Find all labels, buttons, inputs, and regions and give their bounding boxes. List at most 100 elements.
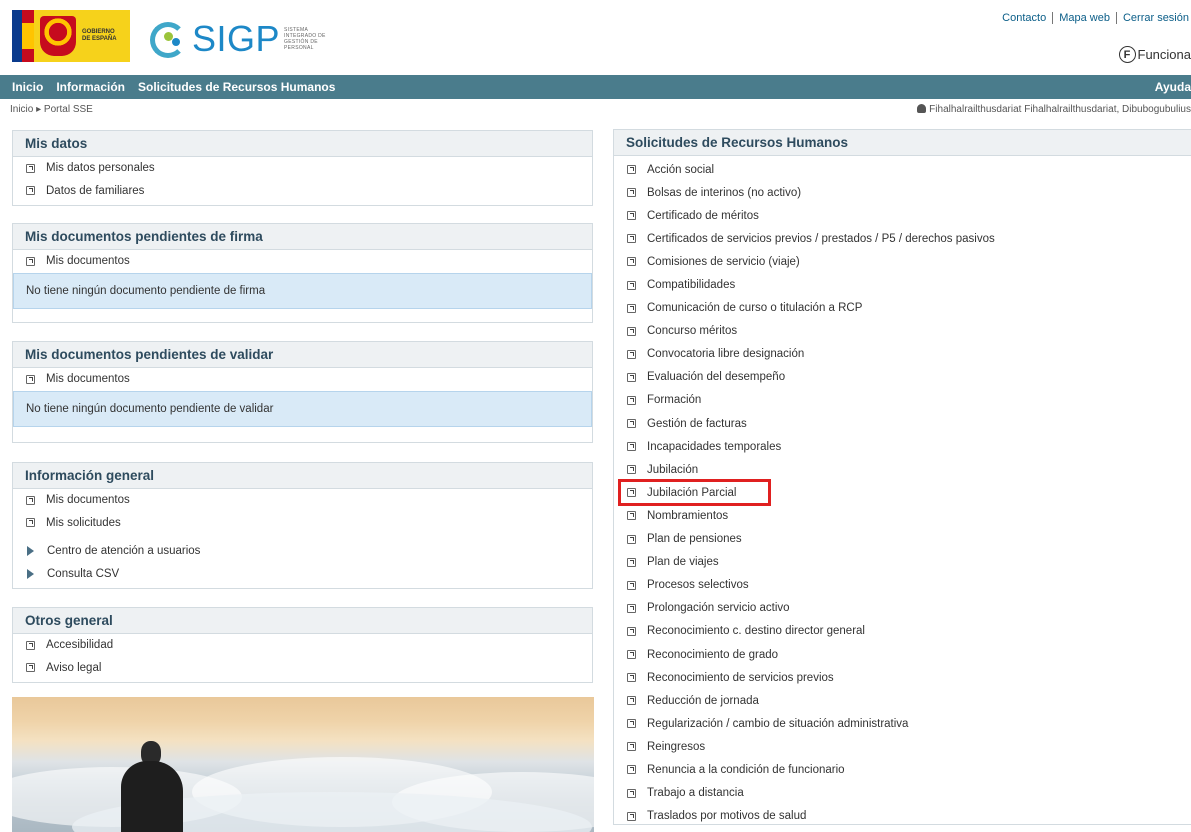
link-label: Certificado de méritos	[647, 209, 759, 222]
link-label: Certificados de servicios previos / pres…	[647, 232, 995, 245]
mis-datos-personales-link[interactable]: Mis datos personales	[13, 157, 592, 180]
solicitud-link[interactable]: Compatibilidades	[614, 273, 1191, 296]
solicitud-link[interactable]: Comisiones de servicio (viaje)	[614, 250, 1191, 273]
sigp-logo[interactable]: SIGP SISTEMA INTEGRADO DE GESTIÓN DE PER…	[148, 18, 326, 60]
consulta-csv-link[interactable]: Consulta CSV	[13, 563, 592, 586]
link-label: Regularización / cambio de situación adm…	[647, 717, 909, 730]
link-label: Concurso méritos	[647, 325, 738, 338]
mis-documentos-link[interactable]: Mis documentos	[13, 489, 592, 512]
solicitud-link[interactable]: Concurso méritos	[614, 320, 1191, 343]
solicitud-link[interactable]: Formación	[614, 389, 1191, 412]
solicitud-link[interactable]: Jubilación	[614, 458, 1191, 481]
solicitud-link[interactable]: Certificados de servicios previos / pres…	[614, 227, 1191, 250]
external-link-icon	[627, 349, 636, 359]
nav-inicio[interactable]: Inicio	[12, 80, 43, 94]
link-label: Mis documentos	[46, 255, 130, 268]
solicitud-link[interactable]: Renuncia a la condición de funcionario	[614, 758, 1191, 781]
external-link-icon	[627, 673, 636, 683]
external-link-icon	[26, 663, 35, 673]
link-label: Mis solicitudes	[46, 516, 121, 529]
external-link-icon	[26, 256, 35, 266]
external-link-icon	[26, 640, 35, 650]
link-label: Datos de familiares	[46, 184, 145, 197]
solicitud-link[interactable]: Nombramientos	[614, 504, 1191, 527]
nav-solicitudes-rrhh[interactable]: Solicitudes de Recursos Humanos	[138, 80, 335, 94]
link-label: Accesibilidad	[46, 639, 114, 652]
solicitud-link[interactable]: Evaluación del desempeño	[614, 366, 1191, 389]
solicitud-link[interactable]: Reconocimiento de grado	[614, 643, 1191, 666]
external-link-icon	[627, 165, 636, 175]
external-link-icon	[627, 511, 636, 521]
solicitud-link[interactable]: Comunicación de curso o titulación a RCP	[614, 297, 1191, 320]
mapa-web-link[interactable]: Mapa web	[1053, 12, 1117, 24]
nav-informacion[interactable]: Información	[56, 80, 125, 94]
solicitud-link[interactable]: Prolongación servicio activo	[614, 597, 1191, 620]
external-link-icon	[627, 603, 636, 613]
user-name: Fihalhalrailthusdariat Fihalhalrailthusd…	[929, 104, 1191, 115]
mis-solicitudes-link[interactable]: Mis solicitudes	[13, 512, 592, 535]
gobierno-text: GOBIERNO DE ESPAÑA	[82, 29, 117, 43]
solicitud-link[interactable]: Incapacidades temporales	[614, 435, 1191, 458]
solicitud-link[interactable]: Plan de viajes	[614, 551, 1191, 574]
panel-title: Mis documentos pendientes de firma	[13, 224, 592, 250]
solicitud-link[interactable]: Reducción de jornada	[614, 689, 1191, 712]
gobierno-de-espana-logo[interactable]: GOBIERNO DE ESPAÑA	[12, 10, 130, 62]
funciona-logo[interactable]: F Funciona	[1118, 46, 1191, 63]
nav-ayuda[interactable]: Ayuda	[1155, 80, 1191, 94]
link-label: Gestión de facturas	[647, 417, 747, 430]
external-link-icon	[26, 495, 35, 505]
solicitud-link[interactable]: Acción social	[614, 158, 1191, 181]
link-label: Reconocimiento de grado	[647, 648, 779, 661]
expand-triangle-icon	[27, 568, 34, 579]
solicitud-link[interactable]: Reconocimiento de servicios previos	[614, 666, 1191, 689]
cerrar-sesion-link[interactable]: Cerrar sesión	[1117, 12, 1191, 24]
user-info: Fihalhalrailthusdariat Fihalhalrailthusd…	[917, 104, 1191, 115]
link-label: Comisiones de servicio (viaje)	[647, 255, 800, 268]
pendientes-firma-panel: Mis documentos pendientes de firma Mis d…	[12, 223, 593, 323]
sigp-icon	[148, 20, 190, 58]
panel-title: Información general	[13, 463, 592, 489]
accesibilidad-link[interactable]: Accesibilidad	[13, 634, 592, 657]
solicitud-link[interactable]: Convocatoria libre designación	[614, 343, 1191, 366]
mis-documentos-link[interactable]: Mis documentos	[13, 250, 592, 273]
coat-of-arms-icon	[40, 16, 76, 56]
link-label: Compatibilidades	[647, 279, 736, 292]
external-link-icon	[627, 326, 636, 336]
breadcrumb[interactable]: Inicio ▸ Portal SSE	[10, 104, 93, 115]
solicitud-link[interactable]: Procesos selectivos	[614, 574, 1191, 597]
solicitud-link[interactable]: Certificado de méritos	[614, 204, 1191, 227]
link-label: Reconocimiento c. destino director gener…	[647, 625, 865, 638]
solicitud-link[interactable]: Reingresos	[614, 735, 1191, 758]
main-nav: Inicio Información Solicitudes de Recurs…	[0, 75, 1191, 99]
link-label: Formación	[647, 394, 702, 407]
external-link-icon	[26, 374, 35, 384]
link-label: Nombramientos	[647, 509, 729, 522]
sigp-subtitle-line: PERSONAL	[284, 45, 314, 51]
link-label: Incapacidades temporales	[647, 440, 782, 453]
mis-documentos-link[interactable]: Mis documentos	[13, 368, 592, 391]
pendientes-validar-notice: No tiene ningún documento pendiente de v…	[13, 390, 592, 427]
link-label: Mis documentos	[46, 494, 130, 507]
solicitud-link[interactable]: Reconocimiento c. destino director gener…	[614, 620, 1191, 643]
external-link-icon	[26, 163, 35, 173]
solicitud-link[interactable]: Regularización / cambio de situación adm…	[614, 712, 1191, 735]
solicitudes-rrhh-panel: Solicitudes de Recursos Humanos Acción s…	[613, 129, 1191, 825]
external-link-icon	[627, 395, 636, 405]
landscape-banner-image	[12, 697, 594, 832]
external-link-icon	[627, 742, 636, 752]
datos-familiares-link[interactable]: Datos de familiares	[13, 180, 592, 203]
gobierno-text-line: DE ESPAÑA	[82, 36, 117, 42]
link-label: Centro de atención a usuarios	[47, 545, 201, 558]
user-icon	[917, 104, 927, 113]
solicitud-link[interactable]: Bolsas de interinos (no activo)	[614, 181, 1191, 204]
solicitud-link[interactable]: Trabajo a distancia	[614, 782, 1191, 805]
solicitud-link[interactable]: Plan de pensiones	[614, 528, 1191, 551]
centro-atencion-link[interactable]: Centro de atención a usuarios	[13, 540, 592, 563]
link-label: Trabajo a distancia	[647, 787, 744, 800]
external-link-icon	[627, 257, 636, 267]
link-label: Prolongación servicio activo	[647, 602, 790, 615]
contacto-link[interactable]: Contacto	[996, 12, 1054, 24]
aviso-legal-link[interactable]: Aviso legal	[13, 657, 592, 680]
solicitud-link[interactable]: Traslados por motivos de salud	[614, 805, 1191, 828]
solicitud-link[interactable]: Gestión de facturas	[614, 412, 1191, 435]
